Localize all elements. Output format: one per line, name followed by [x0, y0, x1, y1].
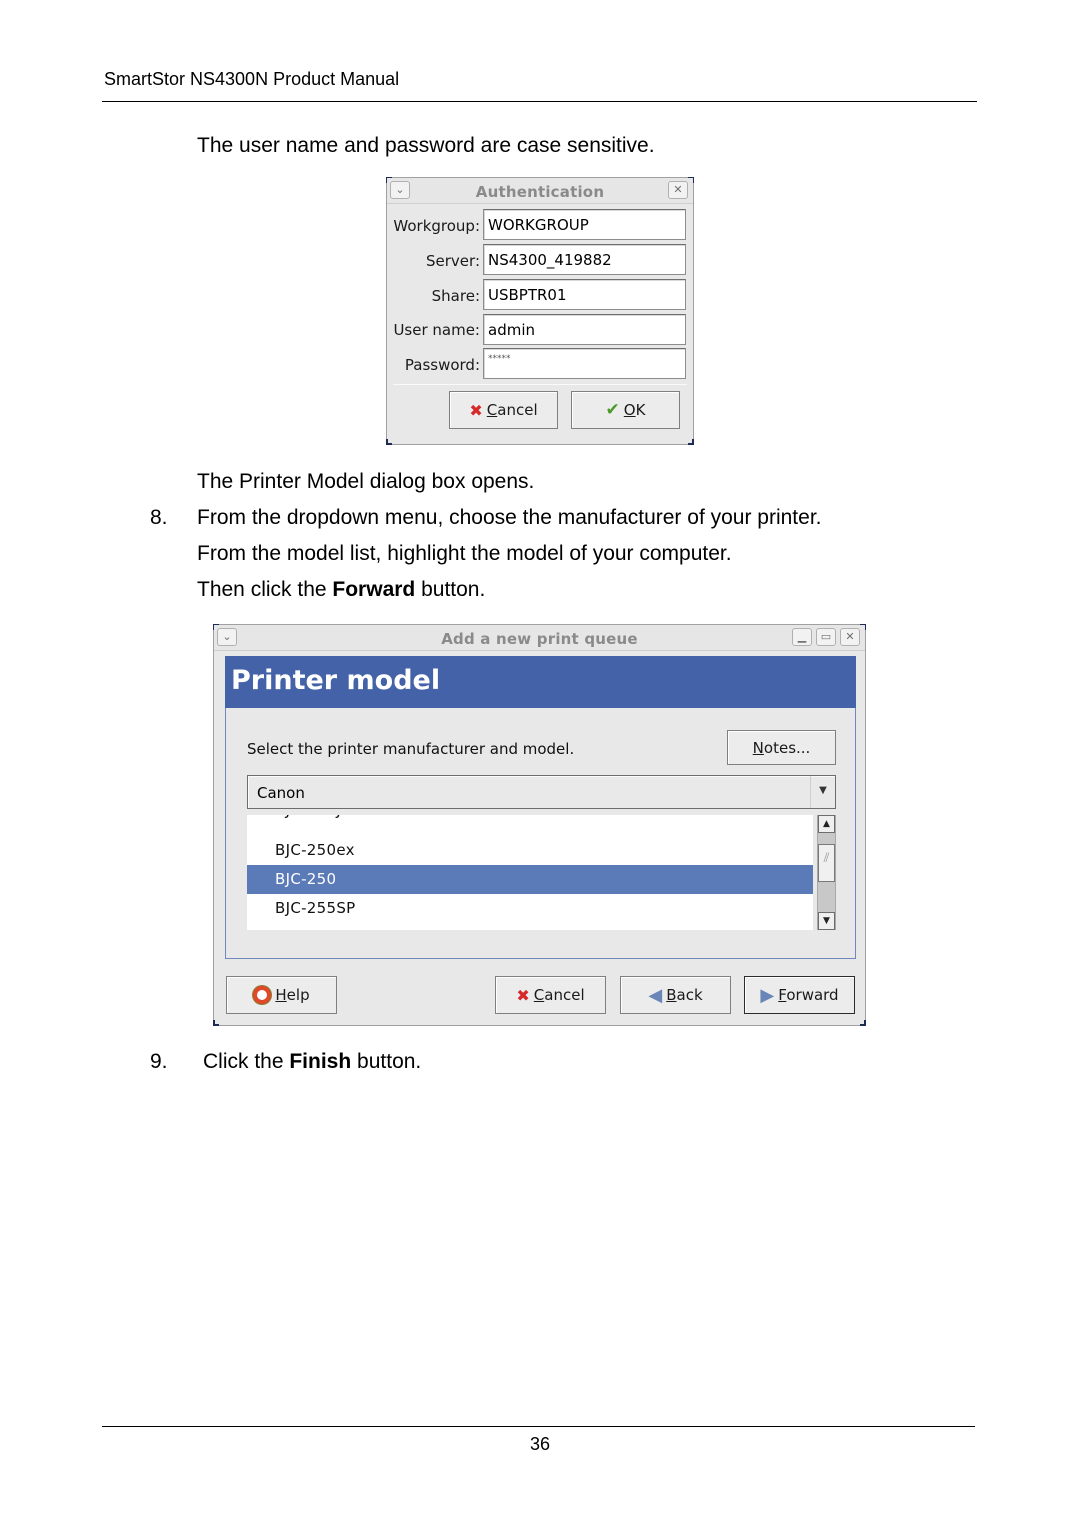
list-item[interactable]: BJC-265SP — [247, 922, 813, 930]
password-field[interactable]: ***** — [483, 348, 686, 379]
auth-cancel-button[interactable]: ✖ Cancel — [449, 391, 558, 429]
window-title: Add a new print queue — [441, 630, 638, 648]
window-corner — [688, 439, 694, 445]
cancel-button[interactable]: ✖ Cancel — [495, 976, 606, 1014]
share-field[interactable]: USBPTR01 — [483, 279, 686, 310]
printer-model-opens-text: The Printer Model dialog box opens. — [197, 470, 535, 493]
workgroup-field[interactable]: WORKGROUP — [483, 209, 686, 240]
cancel-icon: ✖ — [469, 400, 483, 420]
step-8-number: 8. — [150, 506, 168, 529]
minimize-icon[interactable]: ▁ — [792, 628, 812, 646]
share-label: Share: — [431, 287, 480, 305]
username-field[interactable]: admin — [483, 314, 686, 345]
server-field[interactable]: NS4300_419882 — [483, 244, 686, 275]
list-item[interactable]: BJC-250ex — [247, 836, 813, 865]
step-8-line-1: From the dropdown menu, choose the manuf… — [197, 506, 822, 529]
notes-label: Notes... — [752, 738, 811, 757]
list-item[interactable]: BJC-250J — [247, 815, 813, 825]
step-8-line-2: From the model list, highlight the model… — [197, 542, 732, 565]
header-rule — [102, 101, 977, 102]
scrollbar-thumb[interactable] — [818, 844, 835, 882]
window-corner — [860, 1020, 866, 1026]
workgroup-label: Workgroup: — [393, 217, 480, 235]
maximize-icon[interactable]: ▭ — [816, 628, 836, 646]
authentication-dialog: ⌄ Authentication ✕ Workgroup: WORKGROUP … — [386, 177, 694, 445]
forward-button[interactable]: ▶ Forward — [744, 976, 855, 1014]
window-corner — [213, 1020, 219, 1026]
server-label: Server: — [426, 252, 480, 270]
chevron-down-icon[interactable]: ▼ — [810, 776, 835, 808]
notes-button[interactable]: Notes... — [727, 730, 836, 765]
banner-title: Printer model — [231, 665, 441, 696]
forward-arrow-icon: ▶ — [760, 984, 775, 1006]
step-9-number: 9. — [150, 1050, 168, 1073]
close-icon[interactable]: ✕ — [668, 181, 688, 199]
checkmark-icon: ✔ — [605, 400, 620, 420]
help-icon — [253, 986, 272, 1004]
button-separator — [393, 384, 687, 385]
printer-model-banner: Printer model — [225, 656, 856, 708]
list-item[interactable]: BJC-255SP — [247, 894, 813, 923]
step-8-line-3: Then click the Forward button. — [197, 578, 486, 601]
scroll-up-icon[interactable]: ▲ — [818, 815, 835, 833]
close-icon[interactable]: ✕ — [840, 628, 860, 646]
model-list[interactable]: BJC-250J BJC-250ex BJC-250 BJC-255SP BJC… — [247, 815, 813, 930]
forward-label: Forward — [778, 986, 839, 1004]
back-button[interactable]: ◀ Back — [620, 976, 731, 1014]
cancel-label: Cancel — [486, 401, 538, 419]
page-header: SmartStor NS4300N Product Manual — [104, 69, 400, 89]
model-list-scrollbar[interactable]: ▲ ▼ — [817, 815, 836, 930]
add-print-queue-dialog: ⌄ Add a new print queue ▁ ▭ ✕ Printer mo… — [213, 624, 866, 1026]
footer-rule — [102, 1426, 975, 1427]
password-label: Password: — [404, 356, 480, 374]
help-button[interactable]: Help — [226, 976, 337, 1014]
instruction-text: Select the printer manufacturer and mode… — [247, 740, 575, 758]
printer-model-frame: Select the printer manufacturer and mode… — [225, 708, 856, 959]
manufacturer-dropdown[interactable]: Canon ▼ — [247, 775, 836, 809]
back-arrow-icon: ◀ — [648, 984, 663, 1006]
cancel-label: Cancel — [533, 986, 585, 1004]
print-queue-titlebar: ⌄ Add a new print queue ▁ ▭ ✕ — [214, 625, 865, 651]
list-item-selected[interactable]: BJC-250 — [247, 865, 813, 894]
manufacturer-value: Canon — [257, 784, 305, 802]
scroll-down-icon[interactable]: ▼ — [818, 912, 835, 930]
cancel-icon: ✖ — [516, 985, 530, 1005]
case-sensitive-note: The user name and password are case sens… — [197, 134, 655, 157]
username-label: User name: — [393, 321, 480, 339]
page-number: 36 — [529, 1434, 551, 1454]
auth-titlebar: ⌄ Authentication ✕ — [387, 178, 693, 204]
window-corner — [386, 439, 392, 445]
step-9-text: Click the Finish button. — [203, 1050, 422, 1073]
ok-label: OK — [623, 401, 646, 419]
auth-title: Authentication — [475, 183, 605, 201]
help-label: Help — [275, 986, 310, 1004]
auth-ok-button[interactable]: ✔ OK — [571, 391, 680, 429]
back-label: Back — [666, 986, 703, 1004]
